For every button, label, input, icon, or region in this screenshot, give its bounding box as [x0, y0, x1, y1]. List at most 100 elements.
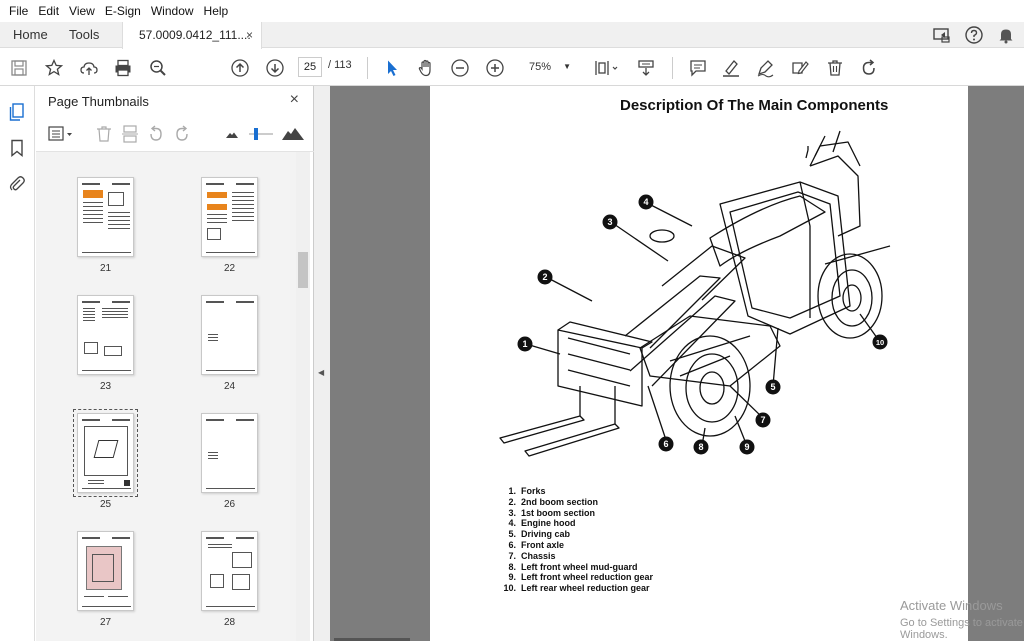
- extract-pages-icon[interactable]: [120, 125, 140, 143]
- page-fit-icon[interactable]: [592, 57, 622, 79]
- comment-icon[interactable]: [687, 57, 709, 79]
- menu-edit[interactable]: Edit: [33, 4, 64, 18]
- thumbnail-size-slider[interactable]: [248, 125, 274, 143]
- thumbnail-page-number: 26: [223, 499, 236, 510]
- scroll-mode-icon[interactable]: [635, 57, 657, 79]
- activation-watermark-subtitle: Go to Settings to activate Windows.: [900, 617, 1023, 641]
- previous-page-icon[interactable]: [229, 57, 251, 79]
- thumbnail-scrollbar[interactable]: [296, 152, 310, 641]
- thumbnail-page-number: 21: [99, 263, 112, 274]
- select-cursor-icon[interactable]: [381, 57, 403, 79]
- zoom-in-icon[interactable]: [484, 57, 506, 79]
- list-item: 6. Front axle: [508, 539, 565, 550]
- thumbnail-options-menu-icon[interactable]: [48, 125, 76, 143]
- callout-1: 1: [517, 336, 533, 352]
- menu-esign[interactable]: E-Sign: [100, 4, 146, 18]
- close-tab-icon[interactable]: ×: [246, 22, 253, 48]
- svg-text:3: 3: [607, 217, 612, 227]
- tab-home[interactable]: Home: [13, 22, 48, 48]
- document-page: Description Of The Main Components 1 2 3…: [430, 86, 968, 641]
- smaller-thumbnails-icon[interactable]: [222, 125, 242, 143]
- close-panel-icon[interactable]: ×: [290, 91, 299, 109]
- thumbnail-page-27[interactable]: 27: [77, 531, 137, 628]
- page-thumbnails-panel: Page Thumbnails × 21 22 23 24 25 26 27 2…: [36, 86, 314, 641]
- tab-document[interactable]: 57.0009.0412_111.... ×: [122, 22, 262, 49]
- menu-view[interactable]: View: [64, 4, 100, 18]
- zoom-search-icon[interactable]: [147, 57, 169, 79]
- rotate-counterclockwise-icon[interactable]: [146, 125, 166, 143]
- page-number-input[interactable]: 25: [298, 57, 322, 77]
- thumbnail-image: [201, 295, 258, 375]
- thumbnail-image-selected: [73, 409, 138, 497]
- menu-window[interactable]: Window: [146, 4, 199, 18]
- bookmark-star-icon[interactable]: [43, 57, 65, 79]
- svg-text:10: 10: [876, 338, 884, 347]
- callout-5: 5: [765, 379, 781, 395]
- list-item: 10. Left rear wheel reduction gear: [503, 583, 650, 594]
- delete-page-icon[interactable]: [94, 125, 114, 143]
- larger-thumbnails-icon[interactable]: [281, 125, 305, 143]
- main-toolbar: 25 / 113 75% ▼: [0, 49, 1024, 86]
- panel-title: Page Thumbnails: [48, 94, 149, 109]
- callout-10: 10: [872, 334, 888, 350]
- fill-sign-icon[interactable]: [789, 57, 811, 79]
- svg-text:2: 2: [542, 272, 547, 282]
- delete-trash-icon[interactable]: [824, 57, 846, 79]
- highlight-pen-icon[interactable]: [720, 57, 742, 79]
- bookmarks-icon[interactable]: [7, 138, 27, 158]
- panel-splitter[interactable]: ◀: [314, 86, 330, 641]
- svg-text:1: 1: [522, 339, 527, 349]
- tab-tools[interactable]: Tools: [69, 22, 99, 48]
- callout-6: 6: [658, 436, 674, 452]
- thumbnail-page-21[interactable]: 21: [77, 177, 137, 274]
- menu-help[interactable]: Help: [199, 4, 234, 18]
- share-screen-icon[interactable]: [932, 25, 952, 45]
- next-page-icon[interactable]: [264, 57, 286, 79]
- toolbar-divider: [672, 57, 673, 79]
- list-item: 9. Left front wheel reduction gear: [508, 572, 654, 583]
- telehandler-diagram: 1 2 3 4 5 6 7 8 9 10: [499, 130, 891, 457]
- callout-7: 7: [755, 412, 771, 428]
- upload-cloud-icon[interactable]: [78, 57, 100, 79]
- document-view[interactable]: Description Of The Main Components 1 2 3…: [330, 86, 1024, 641]
- notification-bell-icon[interactable]: [996, 25, 1016, 45]
- callout-3: 3: [602, 214, 618, 230]
- zoom-level-select[interactable]: 75% ▼: [517, 57, 577, 77]
- attachments-paperclip-icon[interactable]: [7, 174, 27, 194]
- save-icon[interactable]: [8, 57, 30, 79]
- list-item: 3. 1st boom section: [508, 507, 596, 518]
- thumbnail-page-24[interactable]: 24: [201, 295, 261, 392]
- list-item: 8. Left front wheel mud-guard: [508, 561, 638, 572]
- page-thumbnails-icon[interactable]: [7, 102, 27, 122]
- scrollbar-thumb[interactable]: [298, 252, 308, 288]
- callout-4: 4: [638, 194, 654, 210]
- svg-text:6: 6: [663, 439, 668, 449]
- thumbnail-page-number: 27: [99, 617, 112, 628]
- menu-file[interactable]: File: [4, 4, 33, 18]
- thumbnail-page-number: 22: [223, 263, 236, 274]
- thumbnail-page-23[interactable]: 23: [77, 295, 137, 392]
- hand-tool-icon[interactable]: [415, 57, 437, 79]
- thumbnail-page-number: 23: [99, 381, 112, 392]
- thumbnail-page-22[interactable]: 22: [201, 177, 261, 274]
- rotate-redo-icon[interactable]: [858, 57, 880, 79]
- panel-toolbar: [36, 116, 314, 152]
- zoom-out-icon[interactable]: [449, 57, 471, 79]
- thumbnail-page-28[interactable]: 28: [201, 531, 261, 628]
- svg-text:7: 7: [760, 415, 765, 425]
- rotate-clockwise-icon[interactable]: [172, 125, 192, 143]
- activation-watermark-title: Activate Windows: [900, 598, 1003, 613]
- chevron-down-icon: ▼: [563, 62, 571, 71]
- callout-8: 8: [693, 439, 709, 455]
- thumbnail-page-26[interactable]: 26: [201, 413, 261, 510]
- list-item: 7. Chassis: [508, 550, 556, 561]
- thumbnail-page-number: 28: [223, 617, 236, 628]
- help-icon[interactable]: [964, 25, 984, 45]
- callout-9: 9: [739, 439, 755, 455]
- draw-pen-icon[interactable]: [754, 57, 776, 79]
- thumbnail-image: [201, 177, 258, 257]
- collapse-panel-arrow-icon[interactable]: ◀: [318, 368, 324, 377]
- svg-text:9: 9: [744, 442, 749, 452]
- thumbnail-page-25[interactable]: 25: [73, 409, 138, 510]
- print-icon[interactable]: [112, 57, 134, 79]
